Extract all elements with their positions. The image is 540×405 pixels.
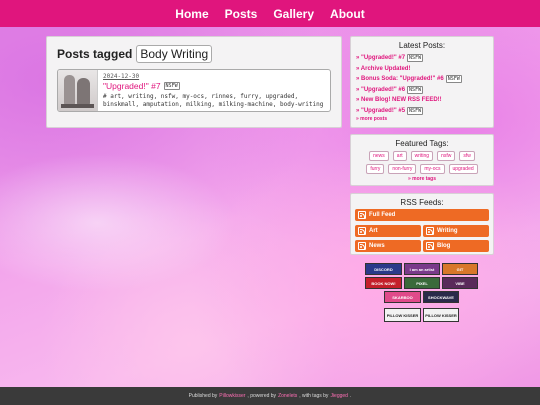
nav-about[interactable]: About bbox=[330, 7, 365, 21]
more-posts-link[interactable]: » more posts bbox=[356, 116, 493, 122]
nsfw-badge: NSFW bbox=[445, 75, 462, 84]
featured-tags-box: Featured Tags: news art writing nsfw sfw… bbox=[350, 134, 494, 186]
top-nav: Home Posts Gallery About bbox=[0, 0, 540, 27]
nsfw-badge: NSFW bbox=[407, 85, 424, 94]
rss-full-feed-button[interactable]: Full Feed bbox=[355, 209, 489, 221]
site-badge[interactable]: GIT bbox=[442, 263, 478, 275]
rss-blog-label: Blog bbox=[437, 243, 451, 249]
latest-post-item[interactable]: » "Upgraded!" #7 NSFW bbox=[356, 53, 493, 64]
footer-text: , with tags by bbox=[299, 393, 329, 399]
post-tags: # art, writing, nsfw, my-ocs, rinnes, fu… bbox=[103, 93, 324, 108]
thumbnail-base bbox=[61, 104, 94, 108]
rss-writing-label: Writing bbox=[437, 228, 458, 234]
rss-art-button[interactable]: Art bbox=[355, 225, 421, 237]
thumbnail-figure bbox=[64, 75, 75, 105]
post-thumbnail[interactable] bbox=[58, 70, 98, 111]
site-badge[interactable]: SHOCKWAVE bbox=[423, 291, 459, 303]
latest-post-item[interactable]: » Bonus Soda: "Upgraded!" #6 NSFW bbox=[356, 74, 493, 85]
post-card[interactable]: 2024-12-30 "Upgraded!" #7 NSFW # art, wr… bbox=[57, 69, 331, 112]
current-tag: Body Writing bbox=[136, 45, 213, 63]
nav-gallery[interactable]: Gallery bbox=[273, 7, 314, 21]
latest-posts-title: Latest Posts: bbox=[398, 41, 446, 50]
post-body: 2024-12-30 "Upgraded!" #7 NSFW # art, wr… bbox=[98, 70, 330, 111]
nav-posts[interactable]: Posts bbox=[225, 7, 258, 21]
nav-home[interactable]: Home bbox=[175, 7, 208, 21]
site-badge[interactable]: PILLOW KISSER bbox=[384, 308, 421, 322]
post-title-link[interactable]: "Upgraded!" #7 bbox=[103, 81, 161, 91]
tag-chip[interactable]: my-ocs bbox=[420, 164, 445, 174]
featured-tags-list: news art writing nsfw sfw furry non-furr… bbox=[351, 148, 493, 174]
rss-icon bbox=[358, 227, 366, 235]
site-badge[interactable]: BOOK NOW! bbox=[365, 277, 402, 289]
latest-post-item[interactable]: » Archive Updated! bbox=[356, 64, 493, 75]
latest-post-item[interactable]: » "Upgraded!" #5 NSFW bbox=[356, 106, 493, 117]
tag-chip[interactable]: non-furry bbox=[388, 164, 417, 174]
thumbnail-figure bbox=[77, 78, 90, 105]
tag-chip[interactable]: art bbox=[392, 151, 407, 161]
rss-feeds-box: RSS Feeds: Full Feed Art Writing News Bl… bbox=[350, 193, 494, 255]
page-heading: Posts tagged Body Writing bbox=[57, 45, 331, 63]
rss-icon bbox=[358, 242, 366, 250]
nsfw-badge: NSFW bbox=[407, 106, 424, 115]
site-badge[interactable]: DISCORD bbox=[365, 263, 402, 275]
rss-icon bbox=[426, 227, 434, 235]
footer-engine-link[interactable]: Zonelets bbox=[278, 393, 297, 399]
tag-chip[interactable]: news bbox=[369, 151, 389, 161]
tag-chip[interactable]: writing bbox=[410, 151, 434, 161]
nsfw-badge: NSFW bbox=[407, 54, 424, 63]
rss-news-label: News bbox=[369, 243, 385, 249]
site-badge[interactable]: PILLOW KISSER bbox=[423, 308, 459, 322]
latest-post-item[interactable]: » New Blog! NEW RSS FEED!! bbox=[356, 95, 493, 106]
post-date[interactable]: 2024-12-30 bbox=[103, 73, 325, 80]
rss-art-label: Art bbox=[369, 228, 378, 234]
rss-blog-button[interactable]: Blog bbox=[423, 240, 489, 252]
site-badge[interactable]: SKARBOO bbox=[384, 291, 421, 303]
page-footer: Published by Pillowkisser , powered by Z… bbox=[0, 387, 540, 405]
rss-writing-button[interactable]: Writing bbox=[423, 225, 489, 237]
posts-panel: Posts tagged Body Writing 2024-12-30 "Up… bbox=[46, 36, 342, 128]
tag-chip[interactable]: sfw bbox=[459, 151, 475, 161]
site-badge[interactable]: PIXEL bbox=[404, 277, 440, 289]
latest-post-item[interactable]: » "Upgraded!" #6 NSFW bbox=[356, 85, 493, 96]
tag-chip[interactable]: upgraded bbox=[448, 164, 478, 174]
rss-icon bbox=[426, 242, 434, 250]
rss-feeds-title: RSS Feeds: bbox=[400, 198, 444, 207]
footer-author-link[interactable]: Pillowkisser bbox=[219, 393, 245, 399]
footer-text: . bbox=[349, 393, 352, 399]
footer-text: Published by bbox=[188, 393, 218, 399]
post-title-row: "Upgraded!" #7 NSFW bbox=[103, 81, 325, 91]
rss-full-feed-label: Full Feed bbox=[369, 212, 396, 218]
footer-text: , powered by bbox=[247, 393, 277, 399]
tag-chip[interactable]: furry bbox=[366, 164, 385, 174]
site-badge[interactable]: I am an artist bbox=[404, 263, 440, 275]
heading-label: Posts tagged bbox=[57, 47, 133, 61]
rss-news-button[interactable]: News bbox=[355, 240, 421, 252]
more-tags-link[interactable]: » more tags bbox=[351, 176, 493, 182]
featured-tags-title: Featured Tags: bbox=[395, 139, 449, 148]
site-badge[interactable]: VIBE bbox=[442, 277, 478, 289]
nsfw-badge: NSFW bbox=[163, 82, 180, 90]
latest-posts-box: Latest Posts: » "Upgraded!" #7 NSFW » Arc… bbox=[350, 36, 494, 128]
tag-chip[interactable]: nsfw bbox=[437, 151, 456, 161]
rss-icon bbox=[358, 211, 366, 219]
footer-tagger-link[interactable]: Jiegged bbox=[330, 393, 348, 399]
latest-posts-list: » "Upgraded!" #7 NSFW » Archive Updated! … bbox=[356, 53, 493, 116]
